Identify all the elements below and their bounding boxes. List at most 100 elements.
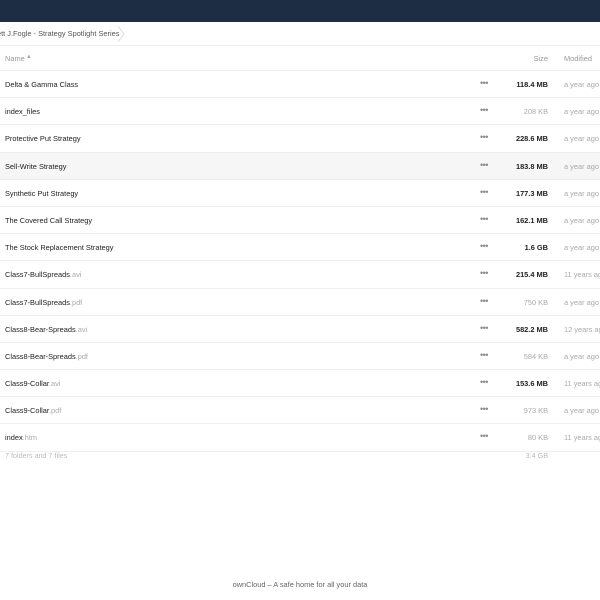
more-actions-icon[interactable]: ••• bbox=[480, 105, 488, 115]
file-extension: .pdf bbox=[69, 297, 83, 307]
file-basename: index bbox=[5, 433, 23, 443]
file-basename: Class8-Bear-Spreads bbox=[5, 351, 76, 361]
file-row[interactable]: The Covered Call Strategy ••• 162.1 MB a ye… bbox=[0, 207, 600, 235]
file-modified: 12 years ago bbox=[564, 324, 600, 334]
file-basename: The Covered Call Strategy bbox=[5, 215, 93, 225]
file-basename: Class8-Bear-Spreads bbox=[5, 324, 76, 334]
file-basename: Protective Put Strategy bbox=[5, 134, 81, 144]
file-size: 80 KB bbox=[527, 433, 548, 443]
file-name[interactable]: index.htm bbox=[5, 433, 37, 442]
file-size: 177.3 MB bbox=[515, 188, 548, 198]
file-basename: Sell-Write Strategy bbox=[5, 161, 67, 171]
file-name[interactable]: The Stock Replacement Strategy bbox=[5, 243, 113, 252]
file-name[interactable]: Class8-Bear-Spreads.pdf bbox=[5, 352, 88, 361]
file-row[interactable]: Sell-Write Strategy ••• 183.8 MB a year ago bbox=[0, 152, 600, 180]
file-row[interactable]: Delta & Gamma Class ••• 118.4 MB a year ago bbox=[0, 71, 600, 99]
file-row[interactable]: Class9-Collar.pdf ••• 973 KB a year ago bbox=[0, 397, 600, 425]
file-modified: a year ago bbox=[564, 351, 599, 361]
file-modified: a year ago bbox=[564, 243, 599, 253]
file-extension: .pdf bbox=[48, 406, 62, 416]
file-name[interactable]: Class8-Bear-Spreads.avi bbox=[5, 325, 87, 334]
summary-count: 7 folders and 7 files bbox=[5, 451, 68, 460]
file-list: Delta & Gamma Class ••• 118.4 MB a year ago… bbox=[0, 71, 600, 452]
file-basename: Class9-Collar bbox=[5, 379, 49, 389]
file-extension: .avi bbox=[75, 324, 88, 334]
column-header-modified[interactable]: Modified bbox=[564, 54, 592, 63]
file-basename: Class9-Collar bbox=[5, 406, 49, 416]
file-size: 208 KB bbox=[523, 107, 548, 117]
more-actions-icon[interactable]: ••• bbox=[480, 268, 488, 278]
file-row[interactable]: index_files ••• 208 KB a year ago bbox=[0, 98, 600, 126]
file-row[interactable]: Synthetic Put Strategy ••• 177.3 MB a year … bbox=[0, 180, 600, 207]
file-modified: a year ago bbox=[564, 134, 599, 144]
breadcrumb-current-folder[interactable]: ett J.Fogle - Strategy Spotlight Series bbox=[0, 29, 119, 38]
more-actions-icon[interactable]: ••• bbox=[480, 431, 488, 441]
file-basename: The Stock Replacement Strategy bbox=[5, 243, 114, 253]
more-actions-icon[interactable]: ••• bbox=[480, 160, 488, 170]
file-size: 153.6 MB bbox=[515, 379, 548, 389]
file-modified: a year ago bbox=[564, 188, 599, 198]
file-row[interactable]: The Stock Replacement Strategy ••• 1.6 GB a… bbox=[0, 234, 600, 262]
file-size: 973 KB bbox=[523, 406, 548, 416]
file-basename: Delta & Gamma Class bbox=[5, 80, 79, 89]
column-header-size[interactable]: Size bbox=[534, 54, 548, 63]
more-actions-icon[interactable]: ••• bbox=[480, 350, 488, 360]
breadcrumb: ett J.Fogle - Strategy Spotlight Series bbox=[0, 23, 600, 46]
summary-total-size: 3.4 GB bbox=[525, 451, 548, 460]
file-modified: 11 years ago bbox=[564, 270, 600, 280]
file-name[interactable]: index_files bbox=[5, 107, 40, 116]
more-actions-icon[interactable]: ••• bbox=[480, 241, 488, 251]
file-name[interactable]: Class7-BullSpreads.pdf bbox=[5, 298, 82, 307]
chevron-right-icon bbox=[117, 25, 125, 43]
file-size: 228.6 MB bbox=[515, 134, 548, 144]
file-name[interactable]: The Covered Call Strategy bbox=[5, 216, 92, 225]
file-modified: a year ago bbox=[564, 297, 599, 307]
file-name[interactable]: Sell-Write Strategy bbox=[5, 162, 66, 171]
file-modified: a year ago bbox=[564, 80, 599, 89]
more-actions-icon[interactable]: ••• bbox=[480, 214, 488, 224]
more-actions-icon[interactable]: ••• bbox=[480, 296, 488, 306]
file-row[interactable]: Class7-BullSpreads.avi ••• 215.4 MB 11 year… bbox=[0, 261, 600, 289]
file-basename: Class7-BullSpreads bbox=[5, 270, 70, 280]
file-basename: index_files bbox=[5, 107, 40, 117]
file-row[interactable]: Protective Put Strategy ••• 228.6 MB a year… bbox=[0, 125, 600, 153]
file-extension: .htm bbox=[22, 433, 38, 443]
file-size: 162.1 MB bbox=[515, 215, 548, 225]
more-actions-icon[interactable]: ••• bbox=[480, 78, 488, 88]
more-actions-icon[interactable]: ••• bbox=[480, 377, 488, 387]
file-modified: a year ago bbox=[564, 107, 599, 117]
file-row[interactable]: Class9-Collar.avi ••• 153.6 MB 11 years ago bbox=[0, 370, 600, 398]
file-extension: .avi bbox=[69, 270, 82, 280]
file-modified: 11 years ago bbox=[564, 433, 600, 443]
more-actions-icon[interactable]: ••• bbox=[480, 187, 488, 197]
file-list-summary: 7 folders and 7 files 3.4 GB bbox=[0, 446, 600, 466]
file-name[interactable]: Delta & Gamma Class bbox=[5, 80, 78, 89]
file-extension: .avi bbox=[48, 379, 61, 389]
file-row[interactable]: Class8-Bear-Spreads.avi ••• 582.2 MB 12 yea… bbox=[0, 316, 600, 343]
file-size: 750 KB bbox=[523, 297, 548, 307]
file-size: 215.4 MB bbox=[515, 270, 548, 280]
file-name[interactable]: Class9-Collar.pdf bbox=[5, 406, 61, 415]
file-name[interactable]: Protective Put Strategy bbox=[5, 134, 81, 143]
file-row[interactable]: Class8-Bear-Spreads.pdf ••• 584 KB a year a… bbox=[0, 343, 600, 371]
file-extension: .pdf bbox=[75, 351, 88, 361]
file-size: 118.4 MB bbox=[516, 80, 548, 89]
file-name[interactable]: Class9-Collar.avi bbox=[5, 379, 60, 388]
file-basename: Class7-BullSpreads bbox=[5, 297, 70, 307]
file-size: 582.2 MB bbox=[515, 324, 548, 334]
column-header-name[interactable]: Name bbox=[5, 54, 25, 63]
more-actions-icon[interactable]: ••• bbox=[480, 404, 488, 414]
file-name[interactable]: Class7-BullSpreads.avi bbox=[5, 270, 81, 279]
more-actions-icon[interactable]: ••• bbox=[480, 132, 488, 142]
file-name[interactable]: Synthetic Put Strategy bbox=[5, 189, 78, 198]
more-actions-icon[interactable]: ••• bbox=[480, 323, 488, 333]
file-size: 183.8 MB bbox=[515, 161, 548, 171]
file-modified: a year ago bbox=[564, 161, 599, 171]
file-modified: 11 years ago bbox=[564, 379, 600, 389]
file-row[interactable]: Class7-BullSpreads.pdf ••• 750 KB a year ag… bbox=[0, 289, 600, 316]
top-bar bbox=[0, 0, 600, 22]
file-list-header: Name ▲ Size Modified bbox=[0, 46, 600, 71]
file-size: 1.6 GB bbox=[524, 243, 548, 253]
sort-ascending-icon[interactable]: ▲ bbox=[26, 54, 32, 60]
file-size: 584 KB bbox=[523, 351, 548, 361]
